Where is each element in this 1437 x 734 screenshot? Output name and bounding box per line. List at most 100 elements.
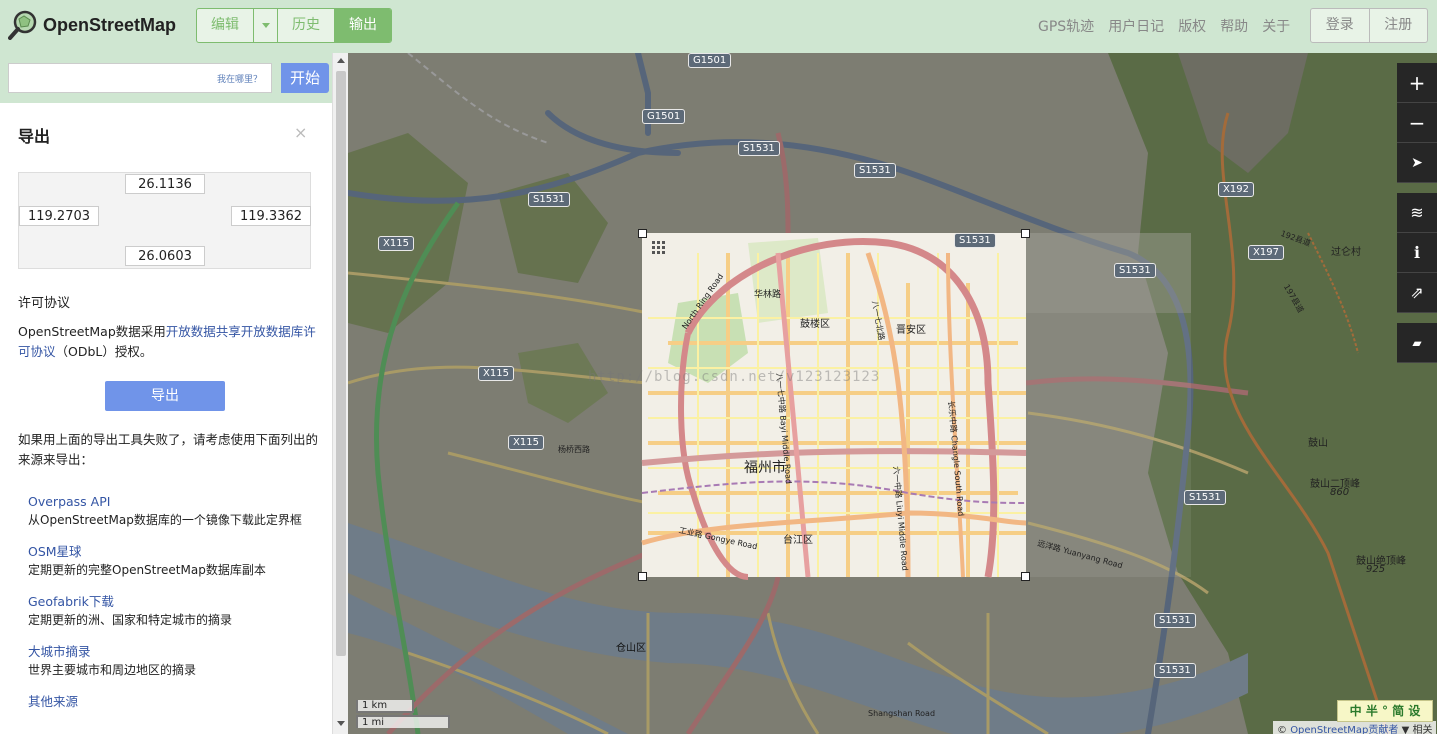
road-shield: S1531 xyxy=(854,163,896,178)
attribution-link[interactable]: OpenStreetMap贡献者 xyxy=(1290,725,1398,734)
list-item: Overpass API 从OpenStreetMap数据库的一个镜像下载此定界… xyxy=(28,492,308,529)
road-shield: X115 xyxy=(508,435,544,450)
min-lon-input[interactable] xyxy=(19,206,99,226)
header: OpenStreetMap 编辑 历史 输出 GPS轨迹 用户日记 版权 帮助 … xyxy=(0,0,1437,53)
nav-help[interactable]: 帮助 xyxy=(1220,16,1248,36)
list-item: OSM星球 定期更新的完整OpenStreetMap数据库副本 xyxy=(28,542,308,579)
history-button[interactable]: 历史 xyxy=(278,9,335,42)
nav-copyright[interactable]: 版权 xyxy=(1178,16,1206,36)
locate-icon[interactable]: ➤ xyxy=(1397,143,1437,183)
map-label-peak: 鼓山 xyxy=(1308,438,1328,449)
scroll-up-icon[interactable] xyxy=(337,58,345,63)
panel-title: 导出 xyxy=(18,127,51,146)
login-button[interactable]: 登录 xyxy=(1311,9,1370,42)
road-shield: G1501 xyxy=(642,109,686,124)
road-shield: S1531 xyxy=(528,192,570,207)
close-icon[interactable]: × xyxy=(294,123,307,142)
max-lon-input[interactable] xyxy=(231,206,311,226)
overpass-api-link[interactable]: Overpass API xyxy=(28,492,308,512)
map-label-district: 仓山区 xyxy=(616,643,646,654)
edit-dropdown-button[interactable] xyxy=(254,9,278,42)
grid-handle-icon[interactable] xyxy=(652,241,666,255)
map-view[interactable]: http://blog.csdn.net/v123123123 G1501 G1… xyxy=(348,53,1437,734)
ime-status-bar[interactable]: 中 半 ° 简 设 xyxy=(1337,700,1433,722)
search-bar: 我在哪里？ 开始 xyxy=(8,63,329,93)
road-shield: S1531 xyxy=(1154,613,1196,628)
nav-gps-traces[interactable]: GPS轨迹 xyxy=(1038,16,1094,36)
scroll-thumb[interactable] xyxy=(336,71,346,656)
map-label-road: 华林路 xyxy=(754,290,782,300)
export-tab-button[interactable]: 输出 xyxy=(335,9,391,42)
map-label-city: 福州市 xyxy=(744,460,786,476)
sw-resize-handle[interactable] xyxy=(638,572,647,581)
info-icon[interactable]: ℹ xyxy=(1397,233,1437,273)
export-button[interactable]: 导出 xyxy=(105,381,225,411)
scale-km: 1 km xyxy=(356,700,414,713)
license-heading: 许可协议 xyxy=(18,296,71,311)
export-bounding-box[interactable] xyxy=(638,229,1030,581)
edit-button[interactable]: 编辑 xyxy=(197,9,254,42)
geofabrik-link[interactable]: Geofabrik下载 xyxy=(28,592,308,612)
road-shield: S1531 xyxy=(738,141,780,156)
where-am-i-link[interactable]: 我在哪里？ xyxy=(217,72,262,85)
zoom-in-icon[interactable]: + xyxy=(1397,63,1437,103)
road-shield: G1501 xyxy=(688,53,732,68)
road-shield: X197 xyxy=(1248,245,1284,260)
other-sources-link[interactable]: 其他来源 xyxy=(28,692,308,712)
nw-resize-handle[interactable] xyxy=(638,229,647,238)
logo-text: OpenStreetMap xyxy=(43,14,177,35)
share-icon[interactable]: ⇗ xyxy=(1397,273,1437,313)
logo[interactable]: OpenStreetMap xyxy=(8,10,176,40)
metro-extracts-link[interactable]: 大城市摘录 xyxy=(28,642,308,662)
source-list: Overpass API 从OpenStreetMap数据库的一个镜像下载此定界… xyxy=(28,492,308,725)
nav-user-diaries[interactable]: 用户日记 xyxy=(1108,16,1164,36)
user-button-group: 登录 注册 xyxy=(1310,8,1428,43)
comment-icon[interactable]: ▰ xyxy=(1397,323,1437,363)
zoom-out-icon[interactable]: − xyxy=(1397,103,1437,143)
map-label-elevation: 925 xyxy=(1366,564,1386,575)
min-lat-input[interactable] xyxy=(125,246,205,266)
map-controls: + − ➤ ≋ ℹ ⇗ ▰ xyxy=(1397,63,1437,363)
source-desc: 世界主要城市和周边地区的摘录 xyxy=(28,663,197,677)
layers-icon[interactable]: ≋ xyxy=(1397,193,1437,233)
road-shield: X115 xyxy=(478,366,514,381)
export-panel: 导出 × 许可协议 OpenStreetMap数据采用开放数据共享开放数据库许可… xyxy=(0,103,332,734)
secondary-nav: GPS轨迹 用户日记 版权 帮助 关于 xyxy=(1038,16,1290,36)
nav-about[interactable]: 关于 xyxy=(1262,16,1290,36)
source-desc: 定期更新的完整OpenStreetMap数据库副本 xyxy=(28,563,266,577)
road-shield: S1531 xyxy=(1184,490,1226,505)
signup-button[interactable]: 注册 xyxy=(1370,9,1428,42)
map-label-elevation: 860 xyxy=(1330,487,1350,498)
road-shield: X192 xyxy=(1218,182,1254,197)
map-label-road: 杨桥西路 xyxy=(558,445,590,454)
map-label-district: 晋安区 xyxy=(896,325,926,336)
max-lat-input[interactable] xyxy=(125,174,205,194)
license-prefix: OpenStreetMap数据采用 xyxy=(18,324,166,339)
scroll-down-icon[interactable] xyxy=(337,721,345,726)
map-label-district: 鼓楼区 xyxy=(800,319,830,330)
map-label-road: Shangshan Road xyxy=(868,709,936,718)
license-suffix: （ODbL）授权。 xyxy=(55,344,153,359)
search-go-button[interactable]: 开始 xyxy=(281,63,329,93)
magnifier-logo-icon xyxy=(8,10,37,40)
list-item: 大城市摘录 世界主要城市和周边地区的摘录 xyxy=(28,642,308,679)
edit-button-group: 编辑 历史 输出 xyxy=(196,8,392,43)
ne-resize-handle[interactable] xyxy=(1021,229,1030,238)
list-item: Geofabrik下载 定期更新的洲、国家和特定城市的摘录 xyxy=(28,592,308,629)
attribution-suffix: ▼ 相关 xyxy=(1398,725,1433,734)
scale-mi: 1 mi xyxy=(356,715,450,728)
license-text: OpenStreetMap数据采用开放数据共享开放数据库许可协议（ODbL）授权… xyxy=(18,322,318,362)
list-item: 其他来源 xyxy=(28,692,308,712)
source-desc: 定期更新的洲、国家和特定城市的摘录 xyxy=(28,613,233,627)
se-resize-handle[interactable] xyxy=(1021,572,1030,581)
attribution: © OpenStreetMap贡献者 ▼ 相关 xyxy=(1273,721,1437,734)
source-desc: 从OpenStreetMap数据库的一个镜像下载此定界框 xyxy=(28,513,302,527)
sidebar: 我在哪里？ 开始 导出 × 许可协议 OpenStreetMap数据采用开放数据… xyxy=(0,53,332,734)
scale-bar: 1 km 1 mi xyxy=(356,700,450,728)
road-shield: S1531 xyxy=(1114,263,1156,278)
planet-osm-link[interactable]: OSM星球 xyxy=(28,542,308,562)
map-label-village: 过仑村 xyxy=(1331,247,1361,258)
map-label-district: 台江区 xyxy=(783,535,813,546)
sidebar-scrollbar[interactable] xyxy=(332,53,348,734)
road-shield: X115 xyxy=(378,236,414,251)
